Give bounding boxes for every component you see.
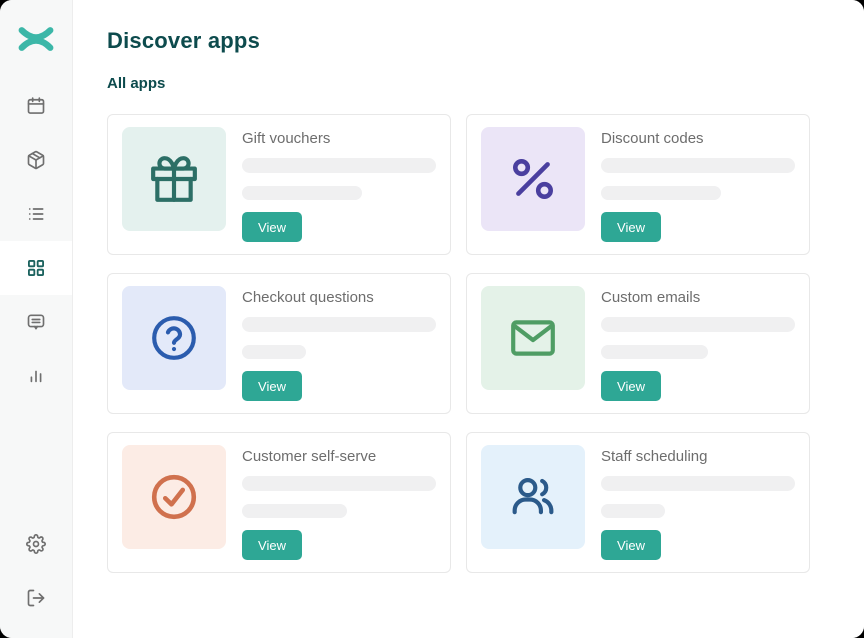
sidebar-item-logout[interactable] [0,571,72,625]
chat-icon [26,312,46,332]
people-icon [508,472,558,522]
package-icon [26,150,46,170]
custom-emails-tile [481,286,585,390]
apps-grid: Gift vouchers View [107,114,864,573]
placeholder-bar [601,504,665,519]
brand-logo-icon[interactable] [0,22,72,56]
placeholder-bar [601,158,795,173]
card-title: Checkout questions [242,288,374,307]
placeholder-bar [242,476,436,491]
view-button[interactable]: View [601,530,661,560]
envelope-icon [508,313,558,363]
section-label: All apps [107,76,864,91]
card-title: Gift vouchers [242,129,330,148]
view-button[interactable]: View [242,530,302,560]
staff-scheduling-tile [481,445,585,549]
app-card-gift-vouchers: Gift vouchers View [107,114,451,255]
app-card-staff-scheduling: Staff scheduling View [466,432,810,573]
placeholder-bar [601,345,708,360]
sidebar [0,0,73,638]
app-card-checkout-questions: Checkout questions View [107,273,451,414]
sidebar-footer [0,517,72,625]
view-button[interactable]: View [242,371,302,401]
percent-icon [508,154,558,204]
placeholder-bar [242,504,347,519]
list-icon [26,204,46,224]
placeholder-bar [601,317,795,332]
grid-icon [26,258,46,278]
sidebar-item-calendar[interactable] [0,79,72,133]
sidebar-item-settings[interactable] [0,517,72,571]
sidebar-item-apps[interactable] [0,241,72,295]
card-title: Customer self-serve [242,447,376,466]
placeholder-bar [601,476,795,491]
gift-vouchers-tile [122,127,226,231]
sidebar-item-bookings-list[interactable] [0,187,72,241]
question-icon [149,313,199,363]
calendar-icon [26,96,46,116]
placeholder-bar [242,186,362,201]
app-card-discount-codes: Discount codes View [466,114,810,255]
sidebar-item-messages[interactable] [0,295,72,349]
placeholder-bar [242,317,436,332]
sidebar-item-products[interactable] [0,133,72,187]
sidebar-nav [0,79,72,403]
card-title: Staff scheduling [601,447,707,466]
gear-icon [26,534,46,554]
app-window: Discover apps All apps [0,0,864,638]
check-circle-icon [149,472,199,522]
view-button[interactable]: View [242,212,302,242]
app-card-custom-emails: Custom emails View [466,273,810,414]
bar-chart-icon [26,366,46,386]
card-title: Discount codes [601,129,704,148]
gift-icon [149,154,199,204]
logout-icon [26,588,46,608]
card-title: Custom emails [601,288,700,307]
page-title: Discover apps [107,30,864,52]
view-button[interactable]: View [601,371,661,401]
sidebar-item-analytics[interactable] [0,349,72,403]
customer-self-serve-tile [122,445,226,549]
placeholder-bar [242,158,436,173]
view-button[interactable]: View [601,212,661,242]
placeholder-bar [601,186,721,201]
main-content: Discover apps All apps [73,0,864,638]
placeholder-bar [242,345,306,360]
checkout-questions-tile [122,286,226,390]
discount-codes-tile [481,127,585,231]
app-card-customer-self-serve: Customer self-serve View [107,432,451,573]
